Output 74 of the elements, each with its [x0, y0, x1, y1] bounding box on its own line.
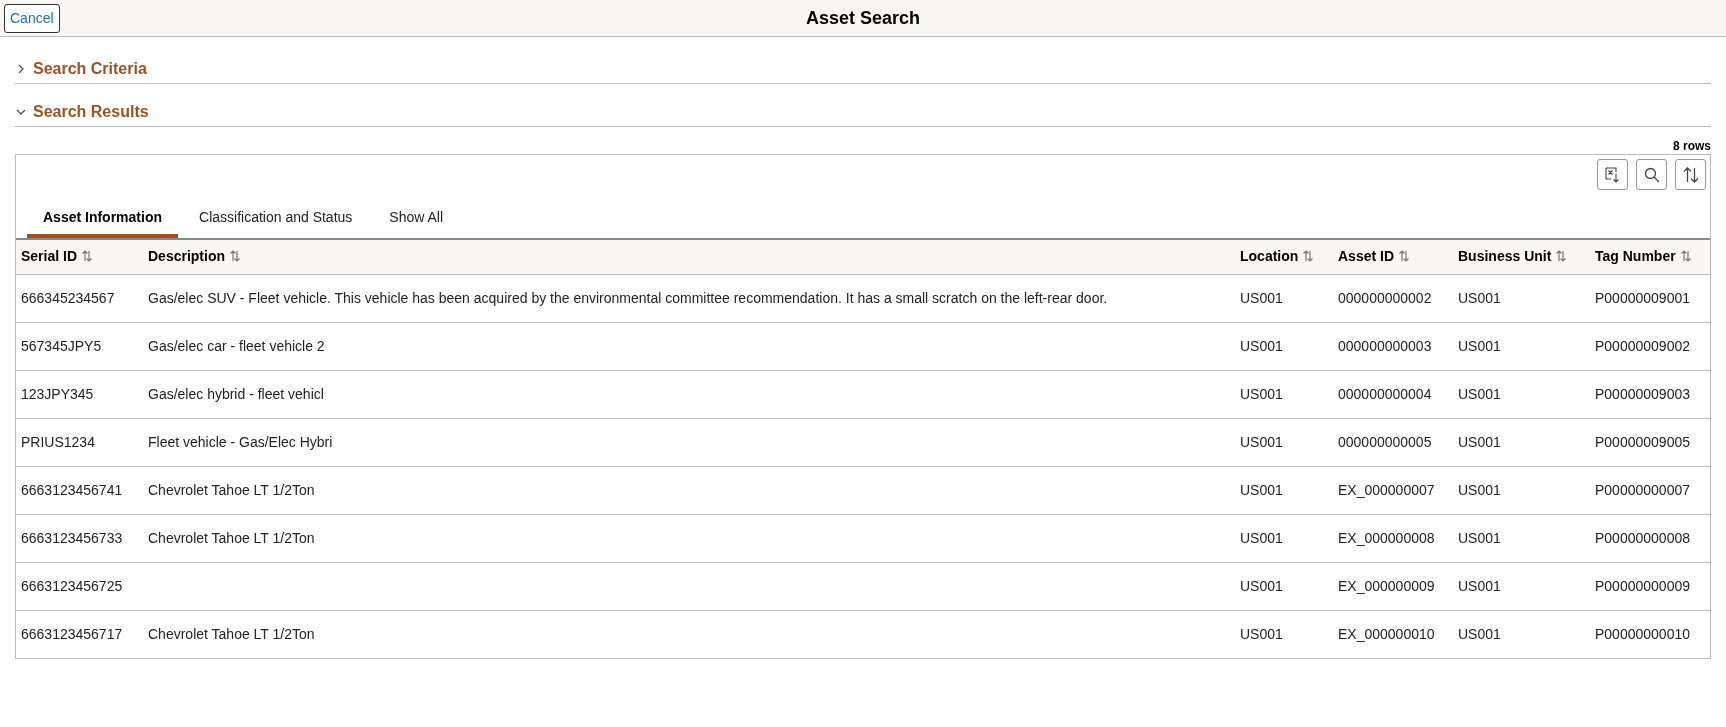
section-title: Search Criteria	[33, 58, 147, 79]
table-cell: US001	[1453, 322, 1590, 370]
column-header[interactable]: Serial ID	[16, 240, 143, 274]
table-cell: P00000000007	[1590, 466, 1710, 514]
table-cell: US001	[1235, 322, 1333, 370]
table-cell: US001	[1453, 466, 1590, 514]
sort-icon[interactable]	[1398, 250, 1411, 263]
table-cell: US001	[1453, 274, 1590, 322]
table-cell: Gas/elec hybrid - fleet vehicl	[143, 370, 1235, 418]
table-cell: P00000000010	[1590, 610, 1710, 658]
table-cell: US001	[1453, 418, 1590, 466]
table-cell: Gas/elec SUV - Fleet vehicle. This vehicle has been acquired by the environmental committee recommendation. It has a small scratch on the left-rear door.	[143, 274, 1235, 322]
table-cell: Chevrolet Tahoe LT 1/2Ton	[143, 514, 1235, 562]
table-cell: P00000009001	[1590, 274, 1710, 322]
section-title: Search Results	[33, 101, 149, 122]
table-cell: 000000000002	[1333, 274, 1453, 322]
row-count: 8 rows	[1673, 138, 1711, 155]
table-cell: P00000009005	[1590, 418, 1710, 466]
tab[interactable]: Classification and Status	[183, 201, 369, 238]
table-cell: 6663123456725	[16, 562, 143, 610]
column-header[interactable]: Description	[143, 240, 1235, 274]
table-cell: 123JPY345	[16, 370, 143, 418]
column-header[interactable]: Business Unit	[1453, 240, 1590, 274]
table-cell: US001	[1453, 514, 1590, 562]
search-button[interactable]	[1636, 159, 1667, 190]
table-cell: Chevrolet Tahoe LT 1/2Ton	[143, 610, 1235, 658]
column-header[interactable]: Location	[1235, 240, 1333, 274]
tab[interactable]: Show All	[373, 201, 460, 238]
table-cell: US001	[1453, 370, 1590, 418]
table-cell: EX_000000010	[1333, 610, 1453, 658]
sort-icon[interactable]	[81, 250, 94, 263]
section-header[interactable]: Search Criteria	[15, 54, 1711, 84]
table-cell: 6663123456717	[16, 610, 143, 658]
table-cell: US001	[1235, 370, 1333, 418]
table-cell: P00000000009	[1590, 562, 1710, 610]
search-icon	[1643, 166, 1660, 183]
spreadsheet-download-icon	[1604, 166, 1621, 183]
table-cell: EX_000000008	[1333, 514, 1453, 562]
page-title: Asset Search	[805, 6, 921, 30]
table-cell: US001	[1235, 418, 1333, 466]
table-cell: 000000000003	[1333, 322, 1453, 370]
table-cell: US001	[1235, 562, 1333, 610]
table-cell: 6663123456741	[16, 466, 143, 514]
column-header[interactable]: Tag Number	[1590, 240, 1710, 274]
table-cell: 000000000004	[1333, 370, 1453, 418]
sort-icon	[1681, 165, 1700, 184]
table-cell: US001	[1453, 610, 1590, 658]
sort-icon[interactable]	[1302, 250, 1315, 263]
table-cell: 6663123456733	[16, 514, 143, 562]
table-cell: Gas/elec car - fleet vehicle 2	[143, 322, 1235, 370]
table-cell: US001	[1453, 562, 1590, 610]
table-cell: 567345JPY5	[16, 322, 143, 370]
table-cell: EX_000000007	[1333, 466, 1453, 514]
table-cell: PRIUS1234	[16, 418, 143, 466]
table-cell: EX_000000009	[1333, 562, 1453, 610]
table-cell: US001	[1235, 466, 1333, 514]
cancel-button[interactable]: Cancel	[4, 4, 60, 33]
table-cell: P00000000008	[1590, 514, 1710, 562]
table-cell: P00000009002	[1590, 322, 1710, 370]
table-cell: US001	[1235, 610, 1333, 658]
table-cell: Chevrolet Tahoe LT 1/2Ton	[143, 466, 1235, 514]
table-cell: 000000000005	[1333, 418, 1453, 466]
section-header[interactable]: Search Results	[15, 97, 1711, 127]
column-header[interactable]: Asset ID	[1333, 240, 1453, 274]
table-cell: US001	[1235, 514, 1333, 562]
sort-icon[interactable]	[1679, 250, 1692, 263]
table-cell: Fleet vehicle - Gas/Elec Hybri	[143, 418, 1235, 466]
sort-icon[interactable]	[1555, 250, 1568, 263]
table-cell: 666345234567	[16, 274, 143, 322]
sort-icon[interactable]	[229, 250, 241, 263]
table-cell: P00000009003	[1590, 370, 1710, 418]
sort-button[interactable]	[1675, 159, 1706, 190]
export-button[interactable]	[1597, 159, 1628, 190]
table-cell: US001	[1235, 274, 1333, 322]
